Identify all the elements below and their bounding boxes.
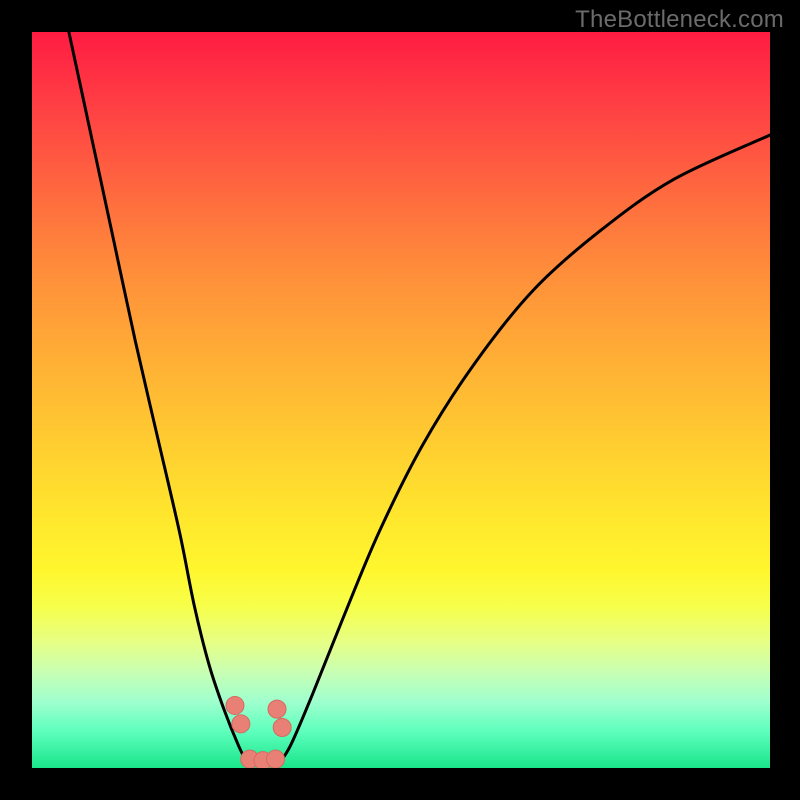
marker-left-pair-top [226, 696, 244, 714]
watermark-text: TheBottleneck.com [575, 6, 784, 34]
right-curve [276, 135, 770, 768]
chart-svg [32, 32, 770, 768]
marker-group [226, 696, 291, 768]
outer-frame: TheBottleneck.com [0, 0, 800, 800]
marker-left-pair-bottom [232, 715, 250, 733]
plot-area [32, 32, 770, 768]
marker-right-pair-bottom [273, 719, 291, 737]
marker-bottom-right [267, 750, 285, 768]
marker-right-pair-top [268, 700, 286, 718]
left-curve [69, 32, 250, 768]
